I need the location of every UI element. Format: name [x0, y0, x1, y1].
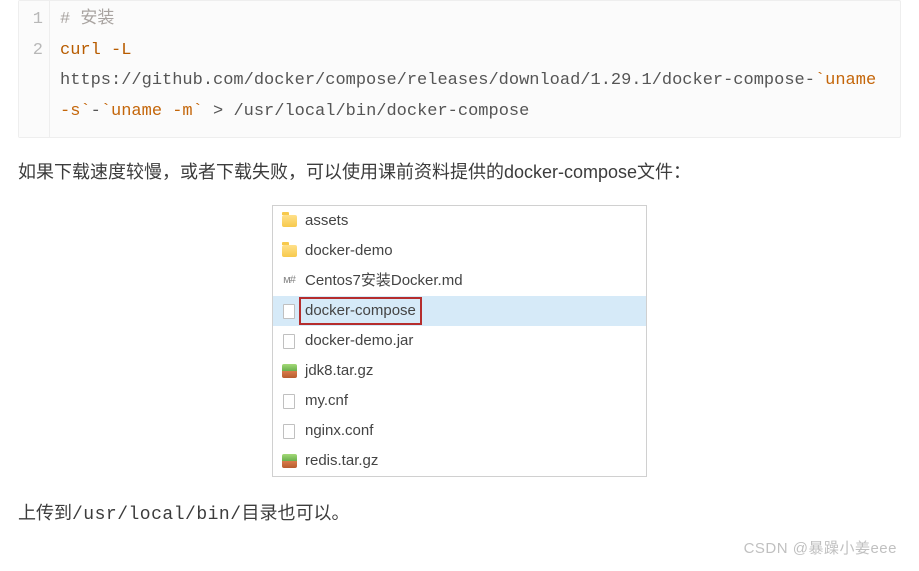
- code-dash: -: [91, 102, 101, 121]
- code-url: https://github.com/docker/compose/releas…: [60, 71, 815, 90]
- file-name: nginx.conf: [305, 419, 373, 443]
- markdown-icon: м#: [281, 273, 297, 289]
- list-item-selected[interactable]: docker-compose: [273, 296, 646, 326]
- paragraph-slow-download: 如果下载速度较慢，或者下载失败，可以使用课前资料提供的docker-compos…: [18, 158, 901, 187]
- list-item[interactable]: docker-demo.jar: [273, 326, 646, 356]
- line-number: 1: [29, 5, 43, 36]
- file-name: docker-demo: [305, 239, 393, 263]
- code-command: curl: [60, 41, 101, 60]
- list-item[interactable]: jdk8.tar.gz: [273, 356, 646, 386]
- file-name: my.cnf: [305, 389, 348, 413]
- file-name: jdk8.tar.gz: [305, 359, 373, 383]
- folder-icon: [281, 213, 297, 229]
- file-icon: [281, 333, 297, 349]
- file-name: docker-demo.jar: [305, 329, 413, 353]
- file-icon: [281, 303, 297, 319]
- code-block: 1 2 # 安装 curl -L https://github.com/dock…: [18, 0, 901, 138]
- file-list-panel: assets docker-demo м# Centos7安装Docker.md…: [272, 205, 647, 477]
- archive-icon: [281, 453, 297, 469]
- para2-path: /usr/local/bin/: [72, 505, 242, 525]
- file-icon: [281, 393, 297, 409]
- list-item[interactable]: nginx.conf: [273, 416, 646, 446]
- para2-pre: 上传到: [18, 503, 72, 523]
- code-body: # 安装 curl -L https://github.com/docker/c…: [50, 1, 900, 137]
- paragraph-upload-note: 上传到/usr/local/bin/目录也可以。: [18, 499, 901, 530]
- list-item[interactable]: assets: [273, 206, 646, 236]
- file-icon: [281, 423, 297, 439]
- list-item[interactable]: redis.tar.gz: [273, 446, 646, 476]
- list-item[interactable]: docker-demo: [273, 236, 646, 266]
- line-number-gutter: 1 2: [19, 1, 50, 137]
- code-flag: -L: [111, 41, 131, 60]
- list-item[interactable]: м# Centos7安装Docker.md: [273, 266, 646, 296]
- para2-post: 目录也可以。: [242, 503, 350, 523]
- file-name: redis.tar.gz: [305, 449, 378, 473]
- folder-icon: [281, 243, 297, 259]
- code-subshell: `uname -m`: [101, 102, 203, 121]
- file-name: assets: [305, 209, 348, 233]
- line-number: 2: [29, 36, 43, 67]
- watermark: CSDN @暴躁小姜eee: [744, 537, 897, 561]
- file-name: docker-compose: [301, 299, 420, 323]
- code-redirect: > /usr/local/bin/docker-compose: [203, 102, 529, 121]
- file-name: Centos7安装Docker.md: [305, 269, 463, 293]
- list-item[interactable]: my.cnf: [273, 386, 646, 416]
- archive-icon: [281, 363, 297, 379]
- code-comment: # 安装: [60, 10, 114, 29]
